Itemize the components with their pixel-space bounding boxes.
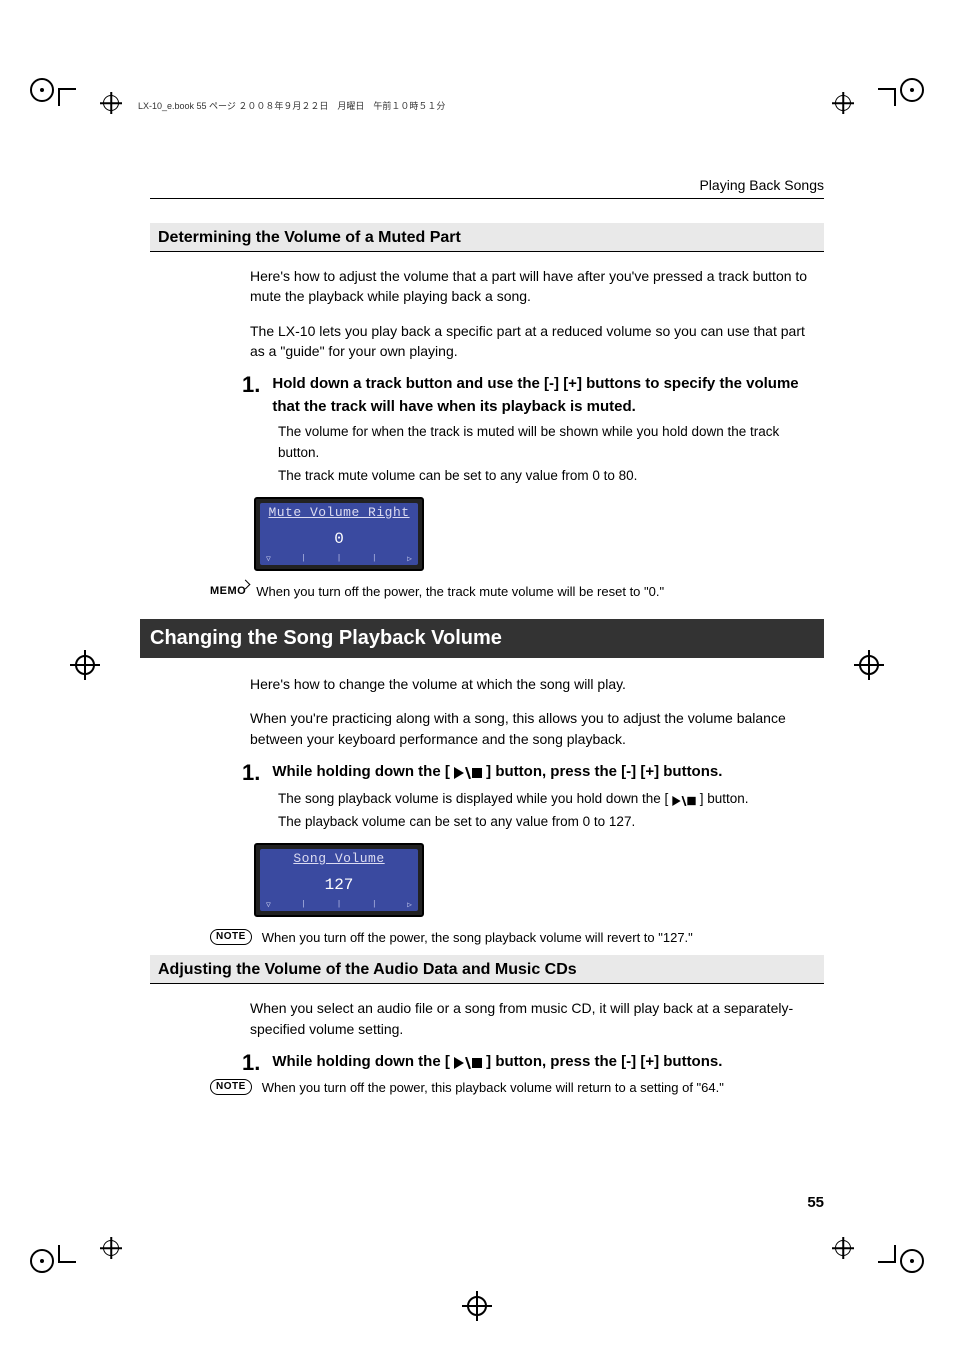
step-1-audio: 1. While holding down the [ ] button, pr… [242,1051,824,1075]
note-annotation: NOTE When you turn off the power, the so… [210,929,824,947]
lcd-title: Song Volume [260,849,418,866]
crop-mark-icon [30,1233,70,1273]
paragraph: The LX-10 lets you play back a specific … [250,321,816,362]
step-number: 1. [242,761,260,785]
step-body: The volume for when the track is muted w… [278,422,816,464]
paragraph: When you're practicing along with a song… [250,708,816,749]
registration-mark-icon [100,92,122,114]
page-content: LX-10_e.book 55 ページ ２００８年９月２２日 月曜日 午前１０時… [150,95,824,1211]
ebook-header-line: LX-10_e.book 55 ページ ２００８年９月２２日 月曜日 午前１０時… [138,99,824,112]
crop-mark-icon [30,78,70,118]
section-breadcrumb: Playing Back Songs [150,177,824,193]
memo-tag: MEMO [210,583,246,599]
registration-mark-icon [832,92,854,114]
step-1-mute: 1. Hold down a track button and use the … [242,373,824,418]
note-text: When you turn off the power, this playba… [262,1079,724,1097]
note-text: When you turn off the power, the song pl… [262,929,693,947]
paragraph: Here's how to adjust the volume that a p… [250,266,816,307]
registration-mark-icon [832,1237,854,1259]
subsection-heading-mute: Determining the Volume of a Muted Part [150,223,824,252]
paragraph: When you select an audio file or a song … [250,998,816,1039]
step-body: The track mute volume can be set to any … [278,466,816,487]
section-heading-song-volume: Changing the Song Playback Volume [140,619,824,658]
play-stop-icon [454,762,482,785]
document-page: LX-10_e.book 55 ページ ２００８年９月２２日 月曜日 午前１０時… [0,0,954,1351]
step-number: 1. [242,373,260,397]
lcd-title: Mute Volume Right [260,503,418,520]
divider [150,198,824,199]
memo-text: When you turn off the power, the track m… [256,583,664,601]
lcd-value: 0 [260,520,418,548]
lcd-value: 127 [260,866,418,894]
play-stop-icon [454,1052,482,1075]
lcd-preview-mute: Mute Volume Right 0 ▽|||▷ [254,497,424,571]
note-tag: NOTE [210,1079,252,1095]
crop-mark-icon [884,1233,924,1273]
registration-mark-icon [100,1237,122,1259]
registration-mark-icon [70,650,100,680]
step-number: 1. [242,1051,260,1075]
crop-mark-icon [884,78,924,118]
page-number: 55 [807,1194,824,1211]
paragraph: Here's how to change the volume at which… [250,674,816,694]
step-body: The song playback volume is displayed wh… [278,789,816,810]
step-instruction: While holding down the [ ] button, press… [272,1051,722,1074]
note-annotation: NOTE When you turn off the power, this p… [210,1079,824,1097]
note-tag: NOTE [210,929,252,945]
play-stop-icon [672,790,696,811]
step-instruction: While holding down the [ ] button, press… [272,761,722,784]
lcd-preview-song: Song Volume 127 ▽|||▷ [254,843,424,917]
registration-mark-icon [854,650,884,680]
step-body: The playback volume can be set to any va… [278,812,816,833]
step-instruction: Hold down a track button and use the [-]… [272,373,824,418]
subsection-heading-audio: Adjusting the Volume of the Audio Data a… [150,955,824,984]
memo-annotation: MEMO When you turn off the power, the tr… [210,583,824,601]
step-1-song: 1. While holding down the [ ] button, pr… [242,761,824,785]
registration-mark-icon [462,1291,492,1321]
